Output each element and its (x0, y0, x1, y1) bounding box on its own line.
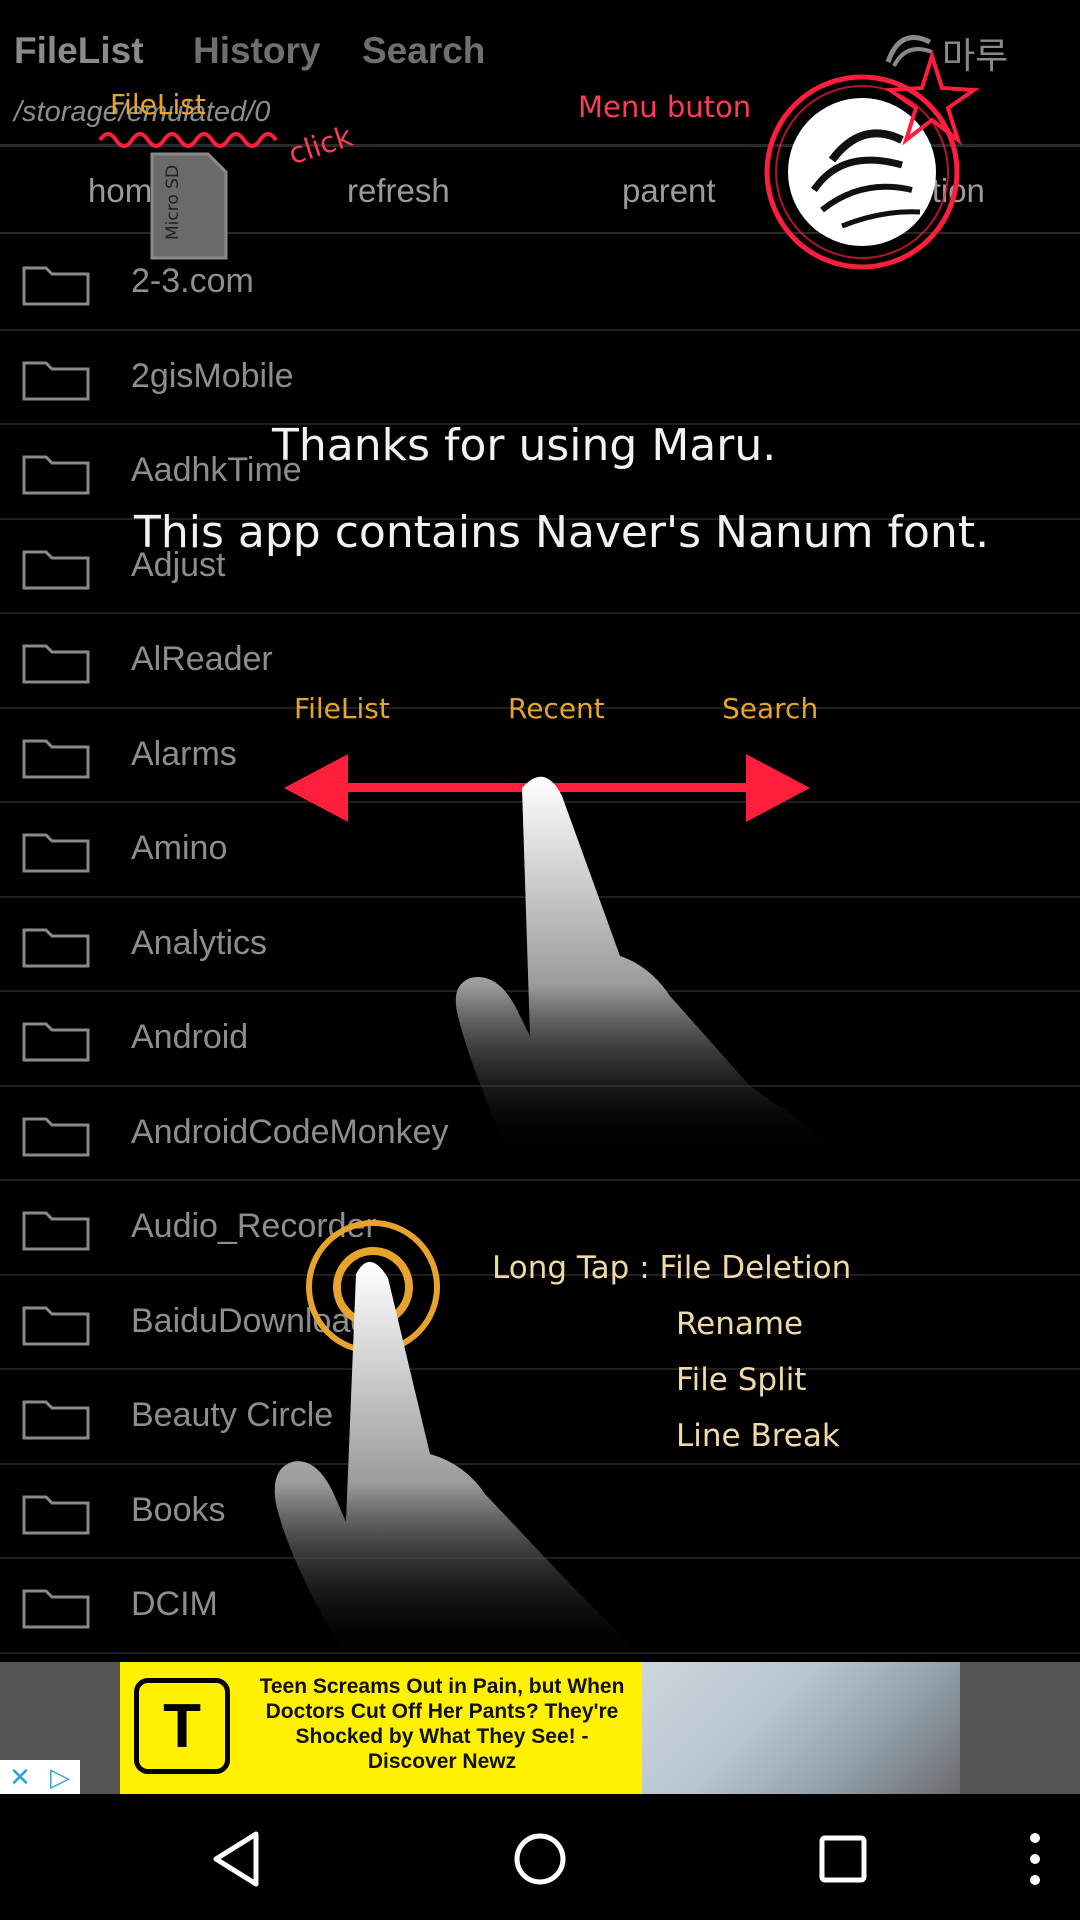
file-row[interactable]: Android (0, 992, 1080, 1087)
recents-icon[interactable] (808, 1824, 878, 1894)
divider (0, 144, 1080, 147)
ad-text[interactable]: Teen Screams Out in Pain, but When Docto… (252, 1674, 632, 1774)
ad-controls: ✕ ▷ (0, 1760, 80, 1794)
file-name: Audio_Recorder (131, 1207, 377, 1245)
file-row[interactable]: Adjust (0, 520, 1080, 614)
file-row[interactable]: BaiduDownload (0, 1276, 1080, 1370)
file-row[interactable]: Audio_Recorder (0, 1181, 1080, 1276)
home-icon[interactable] (505, 1824, 575, 1894)
file-name: AadhkTime (131, 451, 302, 489)
home-button[interactable]: home (88, 172, 171, 210)
divider (0, 232, 1080, 234)
file-list: 2-3.com 2gisMobile AadhkTime Adjust AlReader… (0, 236, 1080, 1654)
folder-icon (22, 455, 90, 495)
option-button[interactable]: option (895, 172, 985, 210)
file-row[interactable]: Books (0, 1465, 1080, 1559)
file-name: Beauty Circle (131, 1396, 334, 1434)
current-path: /storage/emulated/0 (14, 96, 271, 128)
parent-button[interactable]: parent (622, 172, 716, 210)
folder-icon (22, 1400, 90, 1440)
file-name: DCIM (131, 1585, 218, 1623)
file-row[interactable]: AlReader (0, 614, 1080, 709)
file-row[interactable]: AadhkTime (0, 425, 1080, 520)
file-name: 2gisMobile (131, 356, 294, 395)
file-name: AlReader (131, 640, 273, 678)
folder-icon (22, 1117, 90, 1156)
maru-logo: 마루 (885, 35, 1008, 77)
folder-icon (22, 361, 90, 400)
file-row[interactable]: AndroidCodeMonkey (0, 1087, 1080, 1181)
squiggle-underline (98, 132, 278, 148)
ad-logo: T (134, 1678, 230, 1774)
back-icon[interactable] (202, 1824, 272, 1894)
ad-content[interactable]: T Teen Screams Out in Pain, but When Doc… (120, 1662, 960, 1794)
file-row[interactable]: DCIM (0, 1559, 1080, 1654)
close-icon[interactable]: ✕ (0, 1760, 40, 1794)
more-options-icon[interactable] (1000, 1824, 1070, 1894)
file-name: AndroidCodeMonkey (131, 1112, 449, 1151)
tab-filelist[interactable]: FileList (14, 30, 144, 72)
file-name: Adjust (131, 545, 226, 584)
top-tab-bar: FileList History Search 마루 (0, 0, 1080, 100)
file-name: Amino (131, 829, 228, 867)
file-row[interactable]: Alarms (0, 709, 1080, 803)
file-name: 2-3.com (131, 262, 254, 300)
adchoices-icon[interactable]: ▷ (40, 1760, 80, 1794)
file-row[interactable]: Beauty Circle (0, 1370, 1080, 1465)
folder-icon (22, 550, 90, 589)
file-name: Books (131, 1490, 226, 1529)
folder-icon (22, 833, 90, 873)
tab-history[interactable]: History (193, 30, 320, 72)
ad-banner[interactable]: T Teen Screams Out in Pain, but When Doc… (0, 1662, 1080, 1794)
folder-icon (22, 1495, 90, 1534)
folder-icon (22, 1589, 90, 1629)
folder-icon (22, 1211, 90, 1251)
folder-icon (22, 266, 90, 306)
folder-icon (22, 739, 90, 778)
folder-icon (22, 928, 90, 967)
file-row[interactable]: 2gisMobile (0, 331, 1080, 425)
file-row[interactable]: Amino (0, 803, 1080, 898)
refresh-button[interactable]: refresh (347, 172, 450, 210)
folder-icon (22, 1306, 90, 1345)
folder-icon (22, 1022, 90, 1062)
file-name: Android (131, 1018, 249, 1056)
file-row[interactable]: 2-3.com (0, 236, 1080, 331)
file-name: Alarms (131, 734, 237, 773)
tab-search[interactable]: Search (362, 30, 485, 72)
svg-text:마루: 마루 (942, 36, 1008, 77)
folder-icon (22, 644, 90, 684)
file-name: BaiduDownload (131, 1301, 370, 1340)
system-nav-bar (0, 1794, 1080, 1920)
file-row[interactable]: Analytics (0, 898, 1080, 992)
file-name: Analytics (131, 923, 268, 962)
ad-image[interactable] (642, 1662, 960, 1794)
toolbar: home refresh parent option (0, 150, 1080, 230)
